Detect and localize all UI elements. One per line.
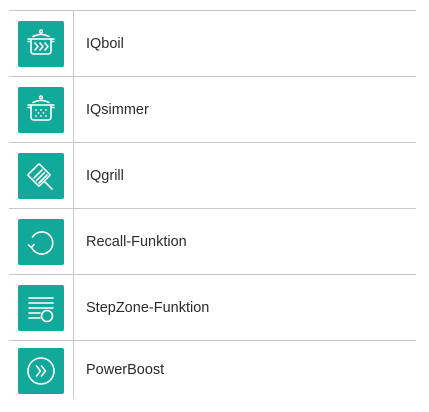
- feature-row-powerboost: PowerBoost: [9, 341, 416, 399]
- feature-row-iqgrill: IQgrill: [9, 143, 416, 209]
- feature-label: IQboil: [86, 35, 124, 52]
- grill-icon: [18, 152, 64, 199]
- powerboost-icon: [18, 348, 64, 394]
- pot-boil-icon: [18, 20, 64, 67]
- feature-table: IQboil IQsimmer IQgrill Recall-Funktion …: [9, 10, 416, 399]
- feature-label: IQsimmer: [86, 101, 149, 118]
- stepzone-icon: [18, 284, 64, 331]
- feature-row-iqsimmer: IQsimmer: [9, 77, 416, 143]
- feature-row-iqboil: IQboil: [9, 11, 416, 77]
- feature-label: StepZone-Funktion: [86, 299, 210, 316]
- feature-label: PowerBoost: [86, 362, 165, 378]
- feature-label: IQgrill: [86, 167, 124, 184]
- recall-icon: [18, 218, 64, 265]
- icon-cell: [9, 77, 74, 142]
- feature-row-stepzone: StepZone-Funktion: [9, 275, 416, 341]
- icon-cell: [9, 341, 74, 399]
- icon-cell: [9, 209, 74, 274]
- icon-cell: [9, 11, 74, 76]
- icon-cell: [9, 143, 74, 208]
- feature-row-recall: Recall-Funktion: [9, 209, 416, 275]
- pot-simmer-icon: [18, 86, 64, 133]
- icon-cell: [9, 275, 74, 340]
- feature-label: Recall-Funktion: [86, 233, 187, 250]
